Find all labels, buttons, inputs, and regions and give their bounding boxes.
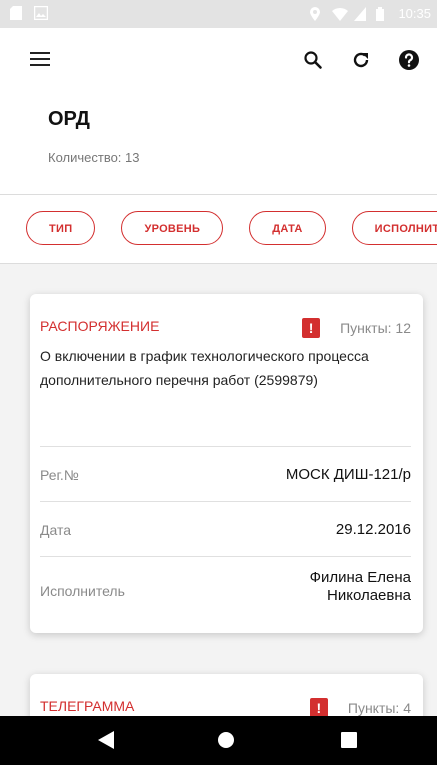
- page-header: ОРД Количество: 13: [0, 92, 437, 195]
- clipboard-alert-icon: !: [302, 318, 321, 338]
- filter-bar: ТИП УРОВЕНЬ ДАТА ИСПОЛНИТЕЛЬ: [0, 195, 437, 264]
- reg-number-label: Рег.№: [40, 467, 79, 483]
- refresh-icon[interactable]: [341, 46, 381, 74]
- document-count: Количество: 13: [48, 150, 140, 165]
- date-label: Дата: [40, 522, 72, 538]
- app-bar: [0, 28, 437, 92]
- help-icon[interactable]: [389, 46, 429, 74]
- status-bar: 10:35: [0, 0, 437, 28]
- executor-name-line1: Филина Елена: [309, 569, 411, 586]
- clipboard-alert-icon: !: [309, 698, 328, 716]
- reg-number-value: МОСК ДИШ-121/р: [285, 466, 411, 483]
- status-time: 10:35: [398, 6, 431, 21]
- document-card[interactable]: РАСПОРЯЖЕНИЕ ! Пункты: 12 О включении в …: [30, 294, 423, 633]
- document-description: О включении в график технологического пр…: [40, 348, 369, 388]
- document-list[interactable]: РАСПОРЯЖЕНИЕ ! Пункты: 12 О включении в …: [0, 264, 437, 716]
- image-icon: [33, 5, 49, 21]
- date-row: Дата 29.12.2016: [40, 501, 411, 558]
- location-icon: [310, 6, 324, 21]
- page-title: ОРД: [48, 108, 90, 130]
- points-count: Пункты: 4: [347, 700, 411, 716]
- filter-chip-date[interactable]: ДАТА: [249, 211, 326, 245]
- executor-name-line2: Николаевна: [327, 587, 411, 604]
- recent-apps-icon[interactable]: [337, 728, 361, 752]
- filter-chip-executor[interactable]: ИСПОЛНИТЕЛЬ: [351, 211, 437, 245]
- filter-chip-type[interactable]: ТИП: [26, 211, 96, 245]
- sim-card-icon: [10, 6, 24, 20]
- date-value: 29.12.2016: [335, 521, 411, 538]
- battery-icon: [376, 6, 390, 21]
- menu-icon[interactable]: [30, 52, 50, 68]
- document-card[interactable]: ТЕЛЕГРАММА ! Пункты: 4: [30, 674, 423, 716]
- executor-label: Исполнитель: [40, 583, 125, 599]
- document-type: ТЕЛЕГРАММА: [40, 698, 135, 714]
- search-icon[interactable]: [293, 46, 333, 74]
- points-count: Пункты: 12: [340, 320, 411, 336]
- system-nav-bar: [0, 716, 437, 765]
- executor-value: Филина Елена Николаевна: [310, 569, 411, 605]
- wifi-icon: [332, 7, 349, 21]
- reg-number-row: Рег.№ МОСК ДИШ-121/р: [40, 446, 411, 503]
- back-icon[interactable]: [94, 728, 118, 752]
- signal-icon: [354, 6, 368, 21]
- home-icon[interactable]: [214, 728, 238, 752]
- document-type: РАСПОРЯЖЕНИЕ: [40, 318, 160, 334]
- filter-chip-level[interactable]: УРОВЕНЬ: [121, 211, 224, 245]
- executor-row: Исполнитель Филина Елена Николаевна: [40, 556, 411, 623]
